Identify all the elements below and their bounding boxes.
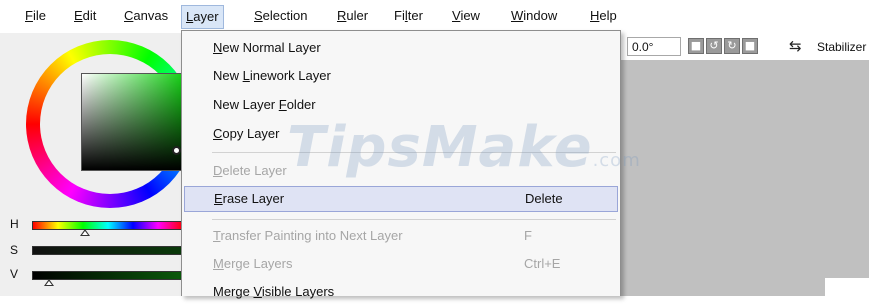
menu-canvas[interactable]: Canvas	[120, 6, 172, 26]
stabilizer-label: Stabilizer	[817, 40, 867, 54]
value-slider-handle[interactable]	[44, 279, 54, 286]
flip-swap-icon[interactable]: ⇆	[789, 37, 802, 55]
menu-layer[interactable]: Layer	[181, 5, 224, 29]
hue-label: H	[10, 217, 19, 231]
saturation-value-square[interactable]	[81, 73, 193, 171]
merge-layers-shortcut: Ctrl+E	[524, 256, 561, 271]
color-panel: H S V	[0, 33, 194, 296]
menu-file[interactable]: File	[21, 6, 50, 26]
menu-item-new-linework-layer[interactable]: New Linework Layer	[184, 63, 618, 89]
rotate-left-icon[interactable]: ↺	[706, 38, 722, 54]
menu-window[interactable]: Window	[507, 6, 561, 26]
rotation-angle-field[interactable]: 0.0°	[627, 37, 681, 56]
reset-rotation-button[interactable]: ■	[688, 38, 704, 54]
canvas-area[interactable]	[620, 60, 869, 296]
menu-item-transfer-painting: Transfer Painting into Next Layer F	[184, 223, 618, 249]
menu-bar: File Edit Canvas Layer Selection Ruler F…	[0, 0, 869, 34]
menu-item-merge-layers: Merge Layers Ctrl+E	[184, 251, 618, 277]
menu-separator	[212, 219, 616, 220]
menu-view[interactable]: View	[448, 6, 484, 26]
value-slider[interactable]	[32, 271, 184, 280]
menu-item-merge-visible-layers[interactable]: Merge Visible Layers	[184, 279, 618, 305]
saturation-slider[interactable]	[32, 246, 184, 255]
transfer-painting-shortcut: F	[524, 228, 532, 243]
hue-slider-handle[interactable]	[80, 229, 90, 236]
color-wheel[interactable]	[26, 40, 194, 208]
menu-ruler[interactable]: Ruler	[333, 6, 372, 26]
rotate-right-icon[interactable]: ↻	[724, 38, 740, 54]
tipsmake-watermark: TipsMake.com	[287, 115, 641, 180]
hue-ring-cursor[interactable]	[172, 146, 181, 155]
canvas-paper[interactable]	[825, 278, 869, 296]
hue-slider[interactable]	[32, 221, 184, 230]
canvas-toolbar: 0.0° ■ ↺ ↻ ■ ⇆ Stabilizer	[620, 33, 869, 60]
saturation-label: S	[10, 243, 19, 257]
square-button[interactable]: ■	[742, 38, 758, 54]
menu-help[interactable]: Help	[586, 6, 621, 26]
value-label: V	[10, 267, 19, 281]
menu-selection[interactable]: Selection	[250, 6, 311, 26]
menu-edit[interactable]: Edit	[70, 6, 100, 26]
menu-filter[interactable]: Filter	[390, 6, 427, 26]
menu-item-new-normal-layer[interactable]: New Normal Layer	[184, 35, 618, 61]
